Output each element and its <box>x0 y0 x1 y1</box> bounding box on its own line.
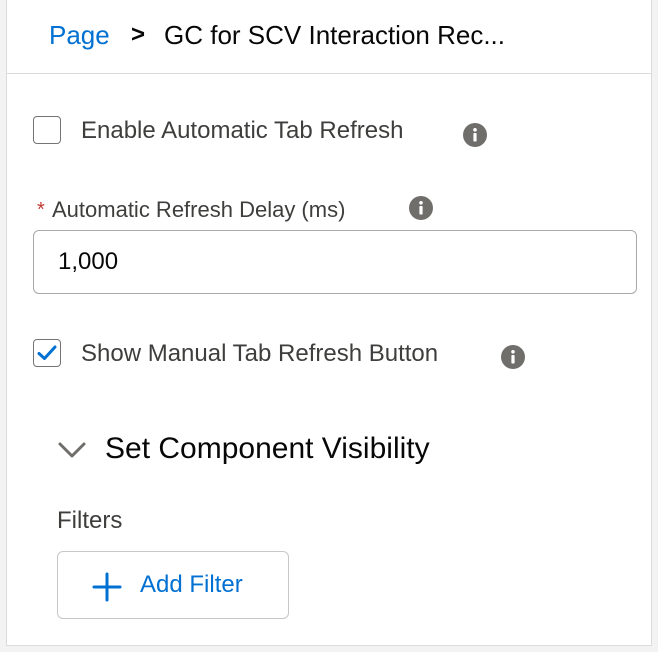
add-filter-label: Add Filter <box>140 571 243 598</box>
properties-panel: Page > GC for SCV Interaction Rec... Ena… <box>6 0 652 646</box>
breadcrumb-page-link[interactable]: Page <box>49 18 110 52</box>
chevron-down-icon <box>58 442 86 458</box>
refresh-delay-input[interactable] <box>33 230 637 294</box>
checkmark-icon <box>37 345 57 360</box>
visibility-section-toggle[interactable]: Set Component Visibility <box>57 428 477 472</box>
info-icon[interactable] <box>501 345 525 369</box>
auto-refresh-label: Enable Automatic Tab Refresh <box>81 117 404 144</box>
required-indicator: * <box>37 199 45 221</box>
breadcrumb: Page > GC for SCV Interaction Rec... <box>7 0 651 74</box>
visibility-section-title: Set Component Visibility <box>105 432 430 465</box>
refresh-delay-label: Automatic Refresh Delay (ms) <box>52 197 346 222</box>
breadcrumb-separator: > <box>131 21 146 48</box>
breadcrumb-current: GC for SCV Interaction Rec... <box>164 20 506 50</box>
info-icon[interactable] <box>463 123 487 147</box>
add-filter-button[interactable]: Add Filter <box>57 551 289 619</box>
manual-refresh-label: Show Manual Tab Refresh Button <box>81 340 439 367</box>
plus-icon <box>92 572 122 602</box>
info-icon[interactable] <box>409 196 433 220</box>
filters-label: Filters <box>57 507 123 534</box>
auto-refresh-checkbox[interactable] <box>33 116 61 144</box>
manual-refresh-checkbox[interactable] <box>33 339 61 367</box>
